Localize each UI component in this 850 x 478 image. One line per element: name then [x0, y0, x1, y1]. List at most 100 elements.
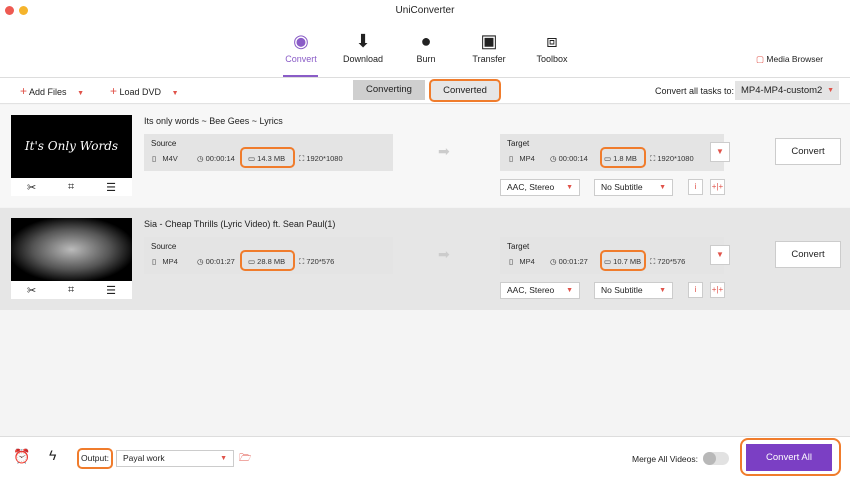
transfer-icon: ▣ — [480, 31, 498, 51]
nav-toolbox[interactable]: ⧈ Toolbox — [522, 28, 582, 64]
output-folder-select[interactable]: Payal work ▼ — [116, 450, 234, 467]
toolbar: + Add Files ▼ + Load DVD ▼ Converting Co… — [0, 78, 850, 104]
subtitle-select[interactable]: No Subtitle ▼ — [594, 179, 673, 196]
crop-icon[interactable]: ⌗ — [68, 181, 74, 194]
chevron-down-icon[interactable]: ▼ — [77, 90, 84, 97]
close-window-button[interactable] — [5, 6, 14, 15]
target-info: Target ▯ MP4 ◷ 00:01:27 ▭ 10.7 MB ⛶ 720*… — [500, 237, 730, 274]
video-thumbnail[interactable]: It's Only Words — [11, 115, 132, 178]
split-icon[interactable]: +|+ — [710, 179, 725, 195]
info-icon[interactable]: i — [688, 179, 703, 195]
nav-download[interactable]: ⬇ Download — [333, 28, 393, 64]
thumbnail-text: It's Only Words — [24, 139, 119, 153]
size-value: 28.8 MB — [257, 257, 286, 266]
size: ▭ 14.3 MB — [248, 154, 286, 163]
target-label: Target — [507, 242, 530, 251]
duration: ◷ 00:00:14 — [550, 154, 588, 163]
tab-converting[interactable]: Converting — [353, 80, 425, 100]
trim-icon[interactable]: ✂ — [27, 284, 36, 297]
size-value: 14.3 MB — [257, 154, 286, 163]
format-value: MP4 — [162, 257, 178, 266]
nav-label: Toolbox — [536, 54, 568, 64]
format-value: MP4 — [519, 257, 535, 266]
output-label: Output: — [77, 448, 113, 469]
bottom-bar: ⏰ ϟ Output: Payal work ▼ 🗁 Merge All Vide… — [0, 436, 850, 478]
media-browser-button[interactable]: ▢ Media Browser — [756, 54, 823, 65]
app-title: UniConverter — [395, 5, 455, 16]
minimize-window-button[interactable] — [19, 6, 28, 15]
audio-select[interactable]: AAC, Stereo ▼ — [500, 282, 580, 299]
convert-button[interactable]: Convert — [775, 241, 841, 268]
alarm-icon[interactable]: ⏰ — [13, 448, 30, 465]
plus-icon: + — [20, 84, 28, 98]
size: ▭ 1.8 MB — [604, 154, 637, 163]
format: ▯ MP4 — [509, 257, 535, 266]
source-info: Source ▯ MP4 ◷ 00:01:27 ▭ 28.8 MB ⛶ 720*… — [144, 237, 393, 274]
duration-value: 00:00:14 — [205, 154, 235, 163]
video-title: Sia - Cheap Thrills (Lyric Video) ft. Se… — [144, 219, 336, 229]
chevron-down-icon[interactable]: ▼ — [172, 90, 179, 97]
media-browser-icon: ▢ — [756, 54, 765, 64]
format-value: M4V — [162, 154, 178, 163]
convert-all-tasks-label: Convert all tasks to: — [655, 86, 735, 96]
load-dvd-label: Load DVD — [119, 87, 162, 97]
output-value: Payal work — [123, 453, 165, 463]
edit-tools: ✂ ⌗ ☰ — [11, 178, 132, 196]
video-title: Its only words ~ Bee Gees ~ Lyrics — [144, 116, 283, 126]
download-icon: ⬇ — [355, 31, 371, 51]
video-thumbnail[interactable] — [11, 218, 132, 281]
chevron-down-icon: ▼ — [659, 184, 666, 191]
nav-label: Burn — [416, 54, 436, 64]
burn-icon: ● — [420, 31, 432, 51]
resolution-value: 720*576 — [657, 257, 686, 266]
convert-all-format-select[interactable]: MP4-MP4-custom2 ▼ — [735, 81, 839, 100]
add-files-label: Add Files — [29, 87, 67, 97]
chevron-down-icon: ▼ — [827, 87, 834, 94]
audio-value: AAC, Stereo — [507, 182, 555, 192]
edit-tools: ✂ ⌗ ☰ — [11, 281, 132, 299]
subtitle-value: No Subtitle — [601, 285, 643, 295]
duration: ◷ 00:01:27 — [197, 257, 235, 266]
split-icon[interactable]: +|+ — [710, 282, 725, 298]
open-folder-icon[interactable]: 🗁 — [239, 451, 251, 468]
nav-convert[interactable]: ◉ Convert — [271, 28, 331, 64]
nav-burn[interactable]: ● Burn — [396, 28, 456, 64]
info-icon[interactable]: i — [688, 282, 703, 298]
size: ▭ 28.8 MB — [248, 257, 286, 266]
target-format-dropdown[interactable]: ▼ — [710, 245, 730, 265]
load-dvd-button[interactable]: + Load DVD ▼ — [110, 84, 179, 98]
nav-transfer[interactable]: ▣ Transfer — [459, 28, 519, 64]
resolution: ⛶ 720*576 — [650, 257, 686, 266]
size-value: 10.7 MB — [613, 257, 642, 266]
convert-icon: ◉ — [293, 31, 309, 51]
arrow-right-icon: ➡ — [438, 143, 450, 159]
trim-icon[interactable]: ✂ — [27, 181, 36, 194]
size-value: 1.8 MB — [613, 154, 637, 163]
target-info: Target ▯ MP4 ◷ 00:00:14 ▭ 1.8 MB ⛶ 1920*… — [500, 134, 730, 171]
crop-icon[interactable]: ⌗ — [68, 284, 74, 297]
video-item: It's Only Words ✂ ⌗ ☰ Its only words ~ Bee… — [0, 105, 850, 207]
duration-value: 00:00:14 — [558, 154, 588, 163]
nav-label: Transfer — [472, 54, 506, 64]
add-files-button[interactable]: + Add Files ▼ — [20, 84, 84, 98]
convert-button[interactable]: Convert — [775, 138, 841, 165]
subtitle-value: No Subtitle — [601, 182, 643, 192]
subtitle-select[interactable]: No Subtitle ▼ — [594, 282, 673, 299]
target-format-dropdown[interactable]: ▼ — [710, 142, 730, 162]
nav-label: Convert — [285, 54, 317, 64]
resolution-value: 1920*1080 — [657, 154, 694, 163]
effects-icon[interactable]: ☰ — [106, 284, 116, 297]
format: ▯ MP4 — [509, 154, 535, 163]
lightning-icon[interactable]: ϟ — [49, 447, 56, 463]
duration-value: 00:01:27 — [205, 257, 235, 266]
audio-select[interactable]: AAC, Stereo ▼ — [500, 179, 580, 196]
resolution: ⛶ 720*576 — [299, 257, 335, 266]
merge-toggle[interactable] — [703, 452, 729, 465]
effects-icon[interactable]: ☰ — [106, 181, 116, 194]
source-label: Source — [151, 242, 177, 251]
duration: ◷ 00:00:14 — [197, 154, 235, 163]
chevron-down-icon: ▼ — [566, 287, 573, 294]
tab-converted[interactable]: Converted — [429, 79, 501, 102]
resolution-value: 1920*1080 — [306, 154, 343, 163]
convert-all-button[interactable]: Convert All — [746, 444, 832, 471]
